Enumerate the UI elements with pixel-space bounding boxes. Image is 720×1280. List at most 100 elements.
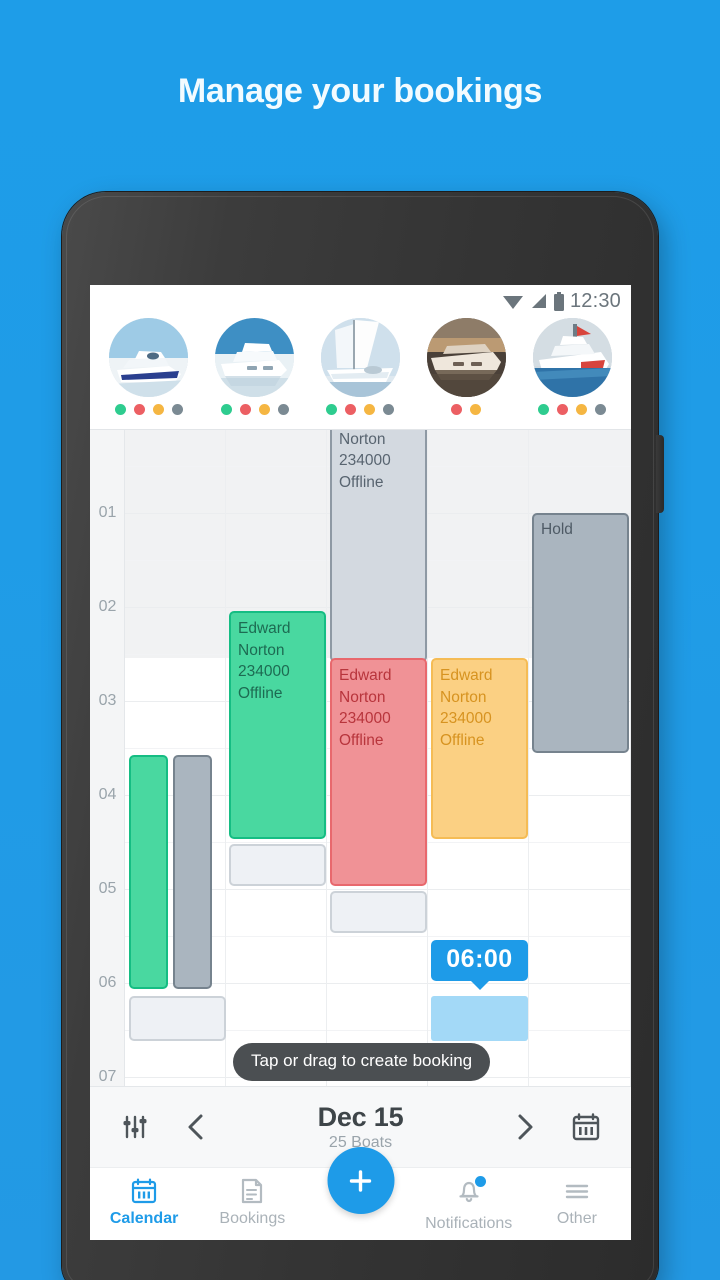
nav-item-notifications[interactable]: Notifications (415, 1168, 523, 1233)
event-line: Norton (440, 688, 487, 706)
wifi-icon (502, 296, 523, 309)
hour-label: 01 (98, 504, 117, 521)
status-dot (470, 403, 482, 415)
battery-icon (553, 291, 564, 311)
nav-label: Calendar (109, 1210, 179, 1227)
hour-label: 06 (98, 974, 117, 991)
status-dot (595, 403, 607, 415)
boat-status-dots (451, 403, 482, 415)
calendar-grid[interactable]: Edward Norton 234000 Offline Edward Nort… (90, 430, 631, 1086)
status-dot (277, 403, 289, 415)
boat-item[interactable] (202, 318, 308, 415)
status-dot (538, 403, 550, 415)
event-line: 234000 (339, 452, 391, 469)
event-line: Hold (541, 521, 573, 538)
event-line: Offline (440, 731, 485, 749)
event-line: Offline (339, 731, 384, 749)
boat-item[interactable] (308, 318, 414, 415)
filter-button[interactable] (104, 1113, 166, 1141)
power-button[interactable] (656, 435, 664, 513)
current-date-display[interactable]: Dec 15 25 Boats (226, 1102, 495, 1152)
boat-photo-avatar[interactable] (532, 318, 612, 397)
status-dot (239, 403, 251, 415)
boat-photo-avatar[interactable] (320, 318, 400, 397)
notification-badge-dot (474, 1176, 486, 1187)
calendar-event[interactable]: Edward Norton 234000 Offline (330, 658, 427, 886)
phone-screen: 12:30 Norton 234000 Offline Edward Norto… (90, 285, 631, 1240)
status-dot (383, 403, 395, 415)
boat-status-dots (538, 403, 607, 415)
boat-status-dots (220, 403, 289, 415)
boat-photo-avatar[interactable] (215, 318, 295, 397)
calendar-month-icon (572, 1113, 600, 1141)
event-line: Edward (440, 667, 493, 684)
boat-item[interactable] (96, 318, 202, 415)
chevron-left-icon (188, 1114, 203, 1140)
event-line: Norton (339, 430, 386, 448)
event-line: 234000 (440, 710, 492, 727)
nav-label: Notifications (425, 1215, 513, 1232)
calendar-event-hold[interactable]: Hold (532, 513, 629, 753)
hint-toast: Tap or drag to create booking (233, 1043, 491, 1081)
calendar-event[interactable] (173, 755, 212, 989)
drag-time-label: 06:00 (431, 940, 528, 981)
bottom-navigation[interactable]: Calendar Bookings Notifications Other (90, 1147, 631, 1240)
boat-photo-avatar[interactable] (426, 318, 506, 397)
event-line: Edward (238, 620, 291, 637)
event-line: 234000 (339, 710, 391, 727)
calendar-columns[interactable]: Edward Norton 234000 Offline Edward Nort… (125, 430, 631, 1086)
status-dot (171, 403, 183, 415)
boat-item[interactable] (519, 318, 625, 415)
status-dot (451, 403, 463, 415)
cellular-signal-icon (531, 294, 546, 308)
calendar-slot-placeholder[interactable] (129, 996, 226, 1041)
status-bar: 12:30 (90, 285, 631, 317)
boat-status-dots (114, 403, 183, 415)
calendar-event[interactable]: Edward Norton 234000 Offline (229, 611, 326, 839)
calendar-event[interactable]: Edward Norton 234000 Offline (330, 430, 427, 662)
nav-label: Bookings (219, 1210, 286, 1227)
event-line: Norton (339, 688, 386, 706)
hour-label: 07 (98, 1068, 117, 1085)
next-day-button[interactable] (495, 1112, 555, 1142)
calendar-event[interactable] (129, 755, 168, 989)
nav-item-calendar[interactable]: Calendar (90, 1168, 198, 1228)
status-dot (114, 403, 126, 415)
boat-photo-avatar[interactable] (109, 318, 189, 397)
nav-item-other[interactable]: Other (523, 1168, 631, 1228)
previous-day-button[interactable] (166, 1112, 226, 1142)
hour-label: 04 (98, 786, 117, 803)
status-dot (133, 403, 145, 415)
add-booking-fab[interactable] (327, 1147, 394, 1214)
status-dot (152, 403, 164, 415)
event-line: Edward (339, 667, 392, 684)
hamburger-menu-icon (565, 1184, 589, 1199)
calendar-slot-placeholder[interactable] (229, 844, 326, 886)
event-line: 234000 (238, 663, 290, 680)
calendar-slot-placeholder[interactable] (330, 891, 427, 933)
nav-item-bookings[interactable]: Bookings (198, 1168, 306, 1228)
sliders-icon (123, 1115, 147, 1139)
plus-icon (349, 1169, 372, 1192)
drag-selection-block[interactable] (431, 996, 528, 1041)
event-line: Offline (339, 473, 384, 491)
bell-icon-wrap (455, 1176, 486, 1210)
page-title: Manage your bookings (177, 72, 543, 110)
calendar-view-button[interactable] (555, 1112, 617, 1142)
nav-label: Other (556, 1210, 597, 1227)
boat-item[interactable] (413, 318, 519, 415)
document-list-icon (242, 1178, 263, 1204)
event-line: Offline (238, 684, 283, 702)
status-bar-clock: 12:30 (569, 289, 621, 312)
hour-label: 05 (98, 880, 117, 897)
boat-status-dots (326, 403, 395, 415)
hour-label: 03 (98, 692, 117, 709)
date-label: Dec 15 (317, 1102, 404, 1132)
status-dot (345, 403, 357, 415)
calendar-icon (131, 1178, 157, 1204)
status-dot (326, 403, 338, 415)
status-dot (220, 403, 232, 415)
boat-avatar-strip[interactable] (90, 317, 631, 430)
event-line: Norton (238, 641, 285, 659)
calendar-event[interactable]: Edward Norton 234000 Offline (431, 658, 528, 839)
